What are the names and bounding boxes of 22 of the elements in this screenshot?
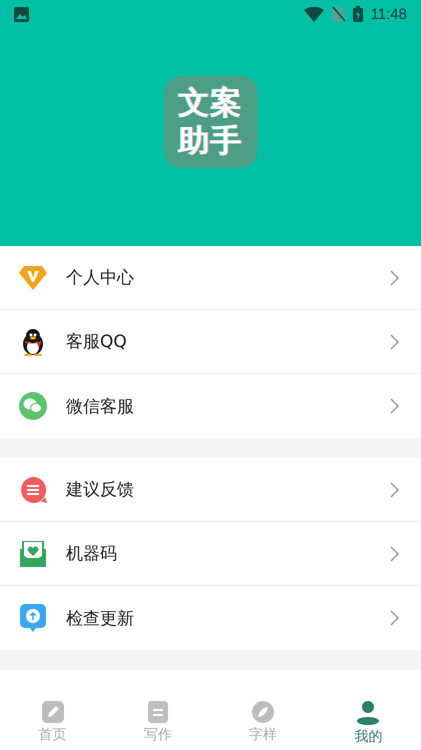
chevron-right-icon [390, 398, 399, 414]
chevron-right-icon [390, 270, 399, 286]
image-icon [14, 6, 29, 22]
battery-charging-icon [352, 6, 363, 22]
person-icon [357, 701, 380, 725]
nav-tab[interactable]: 我的 [316, 699, 421, 750]
document-icon [148, 701, 168, 723]
message-icon [19, 476, 47, 504]
chevron-right-icon [390, 546, 399, 562]
diamond-icon [19, 266, 47, 290]
pencil-icon [42, 701, 64, 723]
chevron-right-icon [390, 610, 399, 626]
no-sim-icon [332, 6, 345, 22]
chevron-right-icon [390, 482, 399, 498]
status-time: 11:48 [370, 6, 407, 22]
penguin-icon [21, 328, 45, 356]
chat-bubbles-icon [19, 392, 47, 420]
chevron-right-icon [390, 334, 399, 350]
compass-icon [252, 701, 274, 723]
app-logo: 文案 助手 [164, 76, 258, 168]
wifi-icon [304, 6, 324, 22]
update-icon [20, 604, 46, 632]
